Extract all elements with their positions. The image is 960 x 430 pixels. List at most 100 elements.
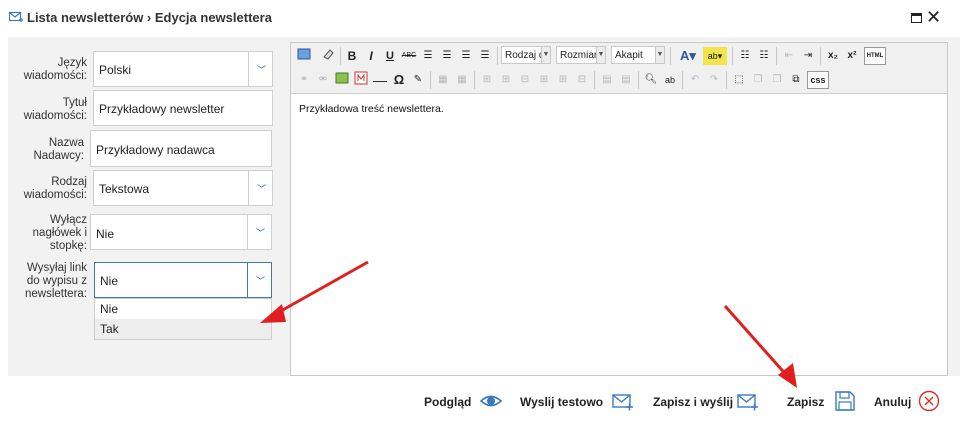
- save-and-send-label: Zapisz i wyślij: [653, 395, 734, 409]
- format-combo[interactable]: Rodzaj c ▼: [501, 46, 551, 64]
- toolbar-separator: [776, 47, 777, 65]
- toolbar-separator: [820, 47, 821, 65]
- align-left-icon[interactable]: ☰: [420, 47, 436, 65]
- redo-icon[interactable]: ↷: [706, 71, 722, 89]
- title-input[interactable]: Przykładowy newsletter: [93, 90, 273, 126]
- superscript-button[interactable]: x²: [844, 47, 860, 65]
- disable-header-value: Nie: [96, 227, 115, 241]
- highlight-color-icon[interactable]: ab▾: [703, 47, 727, 65]
- unsubscribe-link-select-arrow[interactable]: ﹀: [247, 263, 271, 297]
- image-icon[interactable]: [334, 71, 350, 89]
- numbered-list-icon[interactable]: ☷: [756, 47, 772, 65]
- chevron-down-icon: ﹀: [256, 228, 266, 238]
- editor-toolbar: B I U ABC ☰ ☰ ☰ ☰ Rodzaj c ▼ Rozmiar ▼ Aka…: [291, 43, 947, 94]
- size-combo-label: Rozmiar: [560, 50, 598, 61]
- send-test-label: Wyslij testowo: [520, 395, 604, 409]
- language-select[interactable]: Polski ﹀: [93, 51, 273, 87]
- message-type-select[interactable]: Tekstowa ﹀: [93, 170, 273, 206]
- title-value: Przykładowy newsletter: [99, 102, 225, 116]
- save-and-send-button[interactable]: Zapisz i wyślij: [653, 390, 763, 414]
- envelope-icon: [737, 394, 758, 411]
- unsubscribe-link-select[interactable]: Nie ﹀: [94, 262, 272, 298]
- unlink-icon[interactable]: ⚮: [315, 71, 331, 89]
- preview-button[interactable]: Podgląd: [424, 390, 502, 414]
- link-icon[interactable]: ⚭: [296, 71, 312, 89]
- dropdown-option-tak[interactable]: Tak: [95, 319, 271, 339]
- toolbar-separator: [430, 71, 431, 89]
- col-after-icon[interactable]: ⊞: [555, 71, 571, 89]
- save-button[interactable]: Zapisz: [787, 390, 857, 414]
- format-combo-label: Rodzaj c: [505, 50, 544, 61]
- text-color-icon[interactable]: A▾: [676, 47, 700, 65]
- delete-col-icon[interactable]: ⊟: [574, 71, 590, 89]
- preview-label: Podgląd: [424, 395, 472, 409]
- editor-content[interactable]: Przykładowa treść newslettera.: [299, 103, 444, 115]
- disable-header-select[interactable]: Nie ﹀: [90, 214, 272, 250]
- disable-header-select-arrow[interactable]: ﹀: [247, 215, 271, 249]
- media-icon[interactable]: [353, 71, 369, 89]
- delete-row-icon[interactable]: ⊟: [517, 71, 533, 89]
- toolbar-separator: [732, 47, 733, 65]
- chevron-down-icon: ▼: [596, 47, 605, 63]
- underline-button[interactable]: U: [382, 47, 398, 65]
- size-combo[interactable]: Rozmiar ▼: [556, 46, 606, 64]
- horizontal-rule-icon[interactable]: —: [372, 71, 388, 89]
- replace-icon[interactable]: ab: [662, 71, 678, 89]
- split-cells-icon[interactable]: ▤: [618, 71, 634, 89]
- source-view-icon[interactable]: [296, 47, 312, 65]
- copy-style-icon[interactable]: ❐: [750, 71, 766, 89]
- subscript-button[interactable]: x₂: [825, 47, 841, 65]
- bold-button[interactable]: B: [344, 47, 360, 65]
- message-type-select-arrow[interactable]: ﹀: [248, 171, 272, 205]
- toolbar-separator: [638, 71, 639, 89]
- row-before-icon[interactable]: ⊞: [479, 71, 495, 89]
- align-right-icon[interactable]: ☰: [458, 47, 474, 65]
- css-button[interactable]: css: [807, 71, 829, 89]
- cancel-circle-icon: [918, 390, 940, 412]
- close-icon[interactable]: ✕: [926, 8, 941, 26]
- undo-icon[interactable]: ↶: [687, 71, 703, 89]
- insert-layer-icon[interactable]: ⧉: [788, 71, 804, 89]
- align-center-icon[interactable]: ☰: [439, 47, 455, 65]
- edit-icon[interactable]: ✎: [410, 71, 426, 89]
- toolbar-separator: [670, 47, 671, 65]
- chevron-down-icon: ﹀: [257, 65, 267, 75]
- message-type-label: Rodzaj wiadomości:: [23, 176, 87, 201]
- bullet-list-icon[interactable]: ☷: [737, 47, 753, 65]
- italic-button[interactable]: I: [363, 47, 379, 65]
- table-icon[interactable]: ▦: [435, 71, 451, 89]
- merge-cells-icon[interactable]: ▤: [599, 71, 615, 89]
- paragraph-combo[interactable]: Akapit ▼: [611, 46, 665, 64]
- sender-input[interactable]: Przykładowy nadawca: [90, 130, 272, 167]
- language-select-arrow[interactable]: ﹀: [248, 52, 272, 86]
- html-button[interactable]: HTML: [864, 47, 886, 65]
- outdent-icon[interactable]: ⇤: [781, 47, 797, 65]
- align-justify-icon[interactable]: ☰: [477, 47, 493, 65]
- maximize-icon[interactable]: [911, 13, 922, 23]
- sender-label: Nazwa Nadawcy:: [33, 137, 85, 162]
- chevron-down-icon: ﹀: [257, 184, 267, 194]
- send-test-button[interactable]: Wyslij testowo: [520, 390, 636, 414]
- window-titlebar: Lista newsletterów › Edycja newslettera …: [0, 0, 960, 36]
- save-label: Zapisz: [787, 395, 825, 409]
- language-label: Język wiadomości:: [23, 57, 87, 82]
- toolbar-separator: [340, 47, 341, 65]
- special-char-icon[interactable]: Ω: [391, 71, 407, 89]
- message-type-value: Tekstowa: [99, 182, 150, 196]
- strikethrough-button[interactable]: ABC: [401, 47, 417, 65]
- paste-style-icon[interactable]: ❐: [769, 71, 785, 89]
- chevron-down-icon: ▼: [655, 47, 664, 63]
- indent-icon[interactable]: ⇥: [800, 47, 816, 65]
- row-after-icon[interactable]: ⊞: [498, 71, 514, 89]
- eye-icon: [480, 395, 502, 407]
- cancel-button[interactable]: Anuluj: [874, 390, 944, 414]
- eraser-icon[interactable]: [320, 47, 336, 65]
- visual-aid-icon[interactable]: ⬚: [731, 71, 747, 89]
- unsubscribe-link-label: Wysyłaj link do wypisu z newslettera:: [24, 262, 87, 300]
- col-before-icon[interactable]: ⊞: [536, 71, 552, 89]
- dropdown-option-nie[interactable]: Nie: [95, 299, 271, 319]
- table-props-icon[interactable]: ▦: [454, 71, 470, 89]
- cancel-label: Anuluj: [874, 395, 912, 409]
- floppy-disk-icon: [835, 391, 855, 411]
- find-icon[interactable]: 🔍︎: [643, 71, 659, 89]
